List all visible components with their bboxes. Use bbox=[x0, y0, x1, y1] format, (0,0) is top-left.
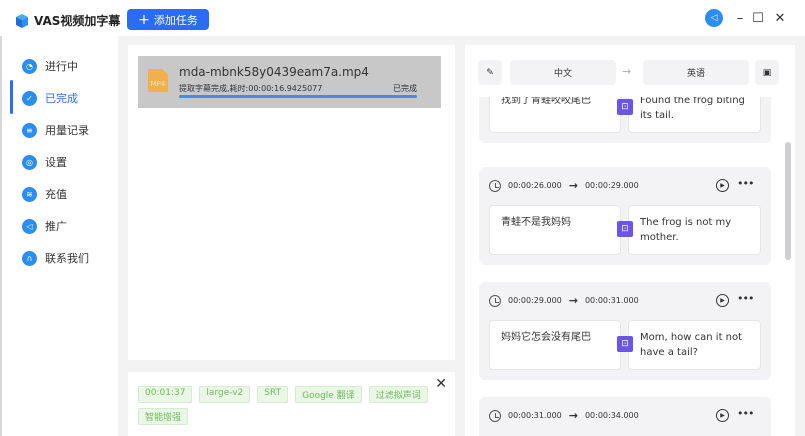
sidebar-item-promote[interactable]: ◁ 推广 bbox=[22, 218, 67, 234]
target-language-label: 英语 bbox=[686, 69, 705, 79]
target-text[interactable]: The frog is not my mother. bbox=[628, 205, 761, 255]
app-title: VAS视频加字幕 bbox=[34, 14, 121, 28]
sidebar: ◔ 进行中 ✓ 已完成 ≡ 用量记录 ◎ 设置 ≋ 充值 ◁ 推广 ∩ 联系我们 bbox=[0, 36, 118, 436]
tag: 智能增强 bbox=[138, 408, 189, 425]
subtitle-segment: 00:00:29.000 → 00:00:31.000 ▶ ••• 妈妈它怎会没有尾巴 Mo… bbox=[479, 282, 771, 380]
task-details-panel: 00:01:37 large-v2 SRT Google 翻译 过滤拟声词智能增强 ✕ bbox=[128, 372, 455, 436]
sidebar-item-label: 进行中 bbox=[45, 60, 78, 73]
gear-icon: ◎ bbox=[22, 154, 37, 170]
tag: 00:01:37 bbox=[138, 386, 193, 403]
task-status-text: 提取字幕完成,耗时:00:00:16.9425077 bbox=[179, 84, 323, 93]
source-text[interactable]: 找到了青蛙咬咬尾巴 bbox=[489, 97, 621, 133]
pen-icon: ✎ bbox=[486, 67, 494, 78]
sidebar-item-contact[interactable]: ∩ 联系我们 bbox=[22, 250, 89, 266]
start-time[interactable]: 00:00:29.000 bbox=[508, 296, 562, 305]
play-button[interactable]: ▶ bbox=[716, 409, 729, 422]
end-time[interactable]: 00:00:34.000 bbox=[585, 411, 639, 420]
tag-list: 00:01:37 large-v2 SRT Google 翻译 过滤拟声词智能增强 bbox=[138, 386, 428, 425]
play-button[interactable]: ▶ bbox=[716, 294, 729, 307]
add-task-button[interactable]: + 添加任务 bbox=[127, 9, 209, 30]
source-language-label: 中文 bbox=[553, 69, 572, 79]
more-icon[interactable]: ••• bbox=[737, 407, 754, 420]
sidebar-item-label: 推广 bbox=[45, 220, 67, 233]
sidebar-item-label: 设置 bbox=[45, 156, 67, 169]
robot-translate-icon[interactable]: ⊡ bbox=[617, 99, 633, 115]
scrollbar[interactable] bbox=[785, 142, 791, 260]
tag: SRT bbox=[257, 386, 289, 403]
start-time[interactable]: 00:00:26.000 bbox=[508, 181, 562, 190]
file-name: mda-mbnk58y0439eam7a.mp4 bbox=[179, 65, 369, 79]
subtitle-segment: 找到了青蛙咬咬尾巴 Found the frog biting its tail.… bbox=[479, 97, 771, 143]
sidebar-item-recharge[interactable]: ≋ 充值 bbox=[22, 186, 67, 202]
save-button[interactable]: ▣ bbox=[755, 60, 779, 85]
progress-bar bbox=[179, 95, 417, 98]
subtitle-editor: ✎ 中文 → 英语 ▣ 找到了青蛙咬咬尾巴 Found the frog biti… bbox=[465, 45, 795, 436]
clock-icon bbox=[489, 409, 501, 422]
maximize-button[interactable]: ☐ bbox=[749, 9, 767, 27]
subtitle-segment: 00:00:26.000 → 00:00:29.000 ▶ ••• 青蛙不是我妈妈 The … bbox=[479, 167, 771, 265]
more-icon[interactable]: ••• bbox=[737, 292, 754, 305]
sidebar-item-settings[interactable]: ◎ 设置 bbox=[22, 154, 67, 170]
check-icon: ✓ bbox=[22, 90, 37, 106]
megaphone-icon: ◁ bbox=[22, 218, 37, 234]
source-text[interactable]: 青蛙不是我妈妈 bbox=[489, 205, 621, 255]
tag: large-v2 bbox=[199, 386, 251, 403]
arrow-icon: → bbox=[568, 294, 578, 307]
arrow-right-icon: → bbox=[622, 65, 632, 78]
speaker-icon[interactable]: ◁ bbox=[705, 9, 723, 27]
list-icon: ≡ bbox=[22, 122, 37, 138]
end-time[interactable]: 00:00:29.000 bbox=[585, 181, 639, 190]
task-list-panel: MP4 mda-mbnk58y0439eam7a.mp4 提取字幕完成,耗时:0… bbox=[128, 45, 455, 360]
target-language-select[interactable]: 英语 bbox=[643, 60, 749, 85]
sidebar-item-label: 联系我们 bbox=[45, 252, 89, 265]
sidebar-item-in-progress[interactable]: ◔ 进行中 bbox=[22, 58, 78, 74]
sidebar-item-label: 用量记录 bbox=[45, 124, 89, 137]
arrow-icon: → bbox=[568, 409, 578, 422]
plus-icon: + bbox=[138, 11, 150, 28]
task-item[interactable]: MP4 mda-mbnk58y0439eam7a.mp4 提取字幕完成,耗时:0… bbox=[138, 56, 441, 108]
coins-icon: ≋ bbox=[22, 186, 37, 202]
segment-time: 00:00:26.000 → 00:00:29.000 bbox=[489, 179, 709, 192]
robot-translate-icon[interactable]: ⊡ bbox=[617, 221, 633, 237]
task-status: 已完成 bbox=[393, 84, 417, 93]
add-task-label: 添加任务 bbox=[153, 13, 198, 27]
more-icon[interactable]: ••• bbox=[737, 177, 754, 190]
segment-time: 00:00:29.000 → 00:00:31.000 bbox=[489, 294, 709, 307]
app-logo: VAS视频加字幕 bbox=[14, 12, 120, 29]
logo-icon bbox=[16, 13, 28, 28]
sidebar-item-completed[interactable]: ✓ 已完成 bbox=[22, 90, 78, 106]
headset-icon: ∩ bbox=[22, 250, 37, 266]
edit-button[interactable]: ✎ bbox=[478, 60, 502, 85]
tag: 过滤拟声词 bbox=[368, 386, 428, 403]
target-text[interactable]: Mom, how can it not have a tail? bbox=[628, 320, 761, 370]
arrow-icon: → bbox=[568, 179, 578, 192]
sidebar-item-label: 充值 bbox=[45, 188, 67, 201]
active-indicator bbox=[10, 80, 13, 114]
close-icon[interactable]: ✕ bbox=[435, 376, 447, 392]
segment-time: 00:00:31.000 → 00:00:34.000 bbox=[489, 409, 709, 422]
close-button[interactable]: ✕ bbox=[771, 9, 789, 27]
segment-list: 找到了青蛙咬咬尾巴 Found the frog biting its tail.… bbox=[465, 97, 795, 436]
robot-translate-icon[interactable]: ⊡ bbox=[617, 336, 633, 352]
start-time[interactable]: 00:00:31.000 bbox=[508, 411, 562, 420]
source-language-select[interactable]: 中文 bbox=[510, 60, 616, 85]
target-text[interactable]: Found the frog biting its tail. bbox=[628, 97, 761, 133]
clock-icon: ◔ bbox=[22, 58, 37, 74]
sidebar-item-label: 已完成 bbox=[45, 92, 78, 105]
file-type-label: MP4 bbox=[150, 80, 166, 88]
source-text[interactable]: 妈妈它怎会没有尾巴 bbox=[489, 320, 621, 370]
progress-fill bbox=[179, 95, 417, 98]
subtitle-segment: 00:00:31.000 → 00:00:34.000 ▶ ••• bbox=[479, 397, 771, 436]
minimize-button[interactable]: – bbox=[731, 9, 749, 27]
play-button[interactable]: ▶ bbox=[716, 179, 729, 192]
save-icon: ▣ bbox=[762, 67, 772, 78]
tag: Google 翻译 bbox=[295, 386, 362, 403]
end-time[interactable]: 00:00:31.000 bbox=[585, 296, 639, 305]
clock-icon bbox=[489, 179, 501, 192]
clock-icon bbox=[489, 294, 501, 307]
title-bar: VAS视频加字幕 + 添加任务 ◁ – ☐ ✕ bbox=[0, 0, 805, 36]
sidebar-item-usage[interactable]: ≡ 用量记录 bbox=[22, 122, 89, 138]
mp4-file-icon: MP4 bbox=[148, 69, 168, 92]
